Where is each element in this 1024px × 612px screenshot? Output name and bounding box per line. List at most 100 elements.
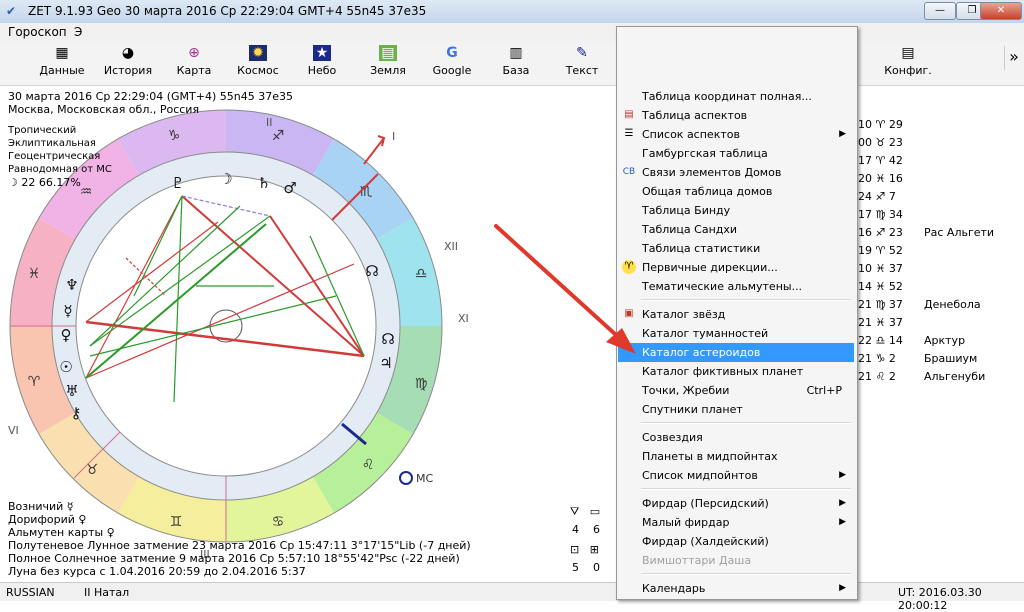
planet-pos: 20 ♓ 16 — [858, 172, 903, 185]
moon-phase: ☽ 22 66.17% — [8, 176, 81, 189]
toolbar-text-button[interactable]: ✎ Текст — [550, 43, 614, 83]
minimize-button[interactable]: — — [924, 2, 956, 20]
toolbar-cosmos-button[interactable]: ✹ Космос — [226, 43, 290, 83]
menu-item-label: Планеты в мидпойнтах — [642, 450, 778, 463]
menu-item-label: Каталог звёзд — [642, 308, 726, 321]
toolbar-label: Космос — [237, 64, 279, 77]
menu-item-label: Календарь — [642, 582, 706, 595]
status-mode: II Натал — [84, 586, 130, 599]
planet-glyph-node: ☊ — [365, 262, 378, 280]
menu-horoscope[interactable]: Гороскоп — [8, 25, 67, 39]
planet-row: 19 ♈ 52 — [858, 244, 903, 257]
sky-icon: ★ — [313, 45, 331, 61]
menu-item-lots[interactable]: Точки, Жребии Ctrl+P — [618, 381, 854, 400]
planet-pos: 16 ♐ 23 — [858, 226, 903, 239]
info-line: Луна без курса с 1.04.2016 20:59 до 2.04… — [8, 565, 306, 578]
planet-pos: 00 ♉ 23 — [858, 136, 903, 149]
status-language: RUSSIAN — [6, 586, 55, 599]
menu-item-label: Каталог астероидов — [642, 346, 761, 359]
menu-separator — [641, 422, 851, 424]
planet-row: 17 ♍ 34 — [858, 208, 903, 221]
menu-item-aspect-list[interactable]: ☰ Список аспектов ▶ — [618, 125, 854, 144]
menu-item-star-catalog[interactable]: ▣ Каталог звёзд — [618, 305, 854, 324]
menu-item-satellites[interactable]: Спутники планет — [618, 400, 854, 419]
menu-item-bindu-table[interactable]: Таблица Бинду — [618, 201, 854, 220]
menu-item-label: Таблица Сандхи — [642, 223, 738, 236]
menu-item-house-links[interactable]: CB Связи элементов Домов — [618, 163, 854, 182]
planet-row: 17 ♈ 42 — [858, 154, 903, 167]
menu-item-coord-table[interactable]: Таблица координат полная... — [618, 87, 854, 106]
menu-item-label: Фирдар (Халдейский) — [642, 535, 769, 548]
menu-item-label: Гамбургская таблица — [642, 147, 768, 160]
menu-item-label: Вимшоттари Даша — [642, 554, 752, 567]
toolbar-history-button[interactable]: ◕ История — [96, 43, 160, 83]
cosmos-icon: ✹ — [249, 45, 267, 61]
close-button[interactable]: ✕ — [980, 2, 1022, 20]
window-title: ZET 9.1.93 Geo 30 марта 2016 Ср 22:29:04… — [28, 4, 427, 18]
star-name: Брашиум — [924, 352, 978, 365]
planet-pos: 19 ♈ 52 — [858, 244, 903, 257]
menu-item-nebula-catalog[interactable]: Каталог туманностей — [618, 324, 854, 343]
menu-item-stats-table[interactable]: Таблица статистики — [618, 239, 854, 258]
toolbar-earth-button[interactable]: ▤ Земля — [356, 43, 420, 83]
title-bar: ✔ ZET 9.1.93 Geo 30 марта 2016 Ср 22:29:… — [0, 0, 1024, 24]
planet-row: 20 ♓ 16 — [858, 172, 903, 185]
eclipse-info: Возничий ☿ Дорифорий ♀ Альмутен карты ♀ … — [8, 500, 471, 578]
menu-item-sandhi-table[interactable]: Таблица Сандхи — [618, 220, 854, 239]
menu-item-label: Спутники планет — [642, 403, 743, 416]
menu-item-label: Тематические альмутены... — [642, 280, 803, 293]
menu-item-vimshottari: Вимшоттари Даша — [618, 551, 854, 570]
menu-item-primary-directions[interactable]: ♈ Первичные дирекции... — [618, 258, 854, 277]
menu-item-label: Таблица координат полная... — [642, 90, 812, 103]
menu-item-almutens[interactable]: Тематические альмутены... — [618, 277, 854, 296]
menu-item-aspect-table[interactable]: ▤ Таблица аспектов — [618, 106, 854, 125]
glyph-count: 0 — [593, 561, 600, 574]
menu-item-midpoint-list[interactable]: Список мидпойнтов ▶ — [618, 466, 854, 485]
submenu-arrow-icon: ▶ — [839, 470, 846, 480]
menu-item-firdar-persian[interactable]: Фирдар (Персидский) ▶ — [618, 494, 854, 513]
menu-item-constellations[interactable]: Созвездия — [618, 428, 854, 447]
menu-item-house-table[interactable]: Общая таблица домов — [618, 182, 854, 201]
planet-pos: 17 ♈ 42 — [858, 154, 903, 167]
planet-glyph-venus: ♀ — [61, 326, 72, 344]
star-name: Альгенуби — [924, 370, 986, 383]
earth-icon: ▤ — [379, 45, 397, 61]
planet-glyph-jupiter: ♃ — [379, 354, 392, 372]
menu-item-midpoint-planets[interactable]: Планеты в мидпойнтах — [618, 447, 854, 466]
toolbar-label: Google — [432, 64, 472, 77]
menu-item-fictive-planets[interactable]: Каталог фиктивных планет — [618, 362, 854, 381]
google-icon: G — [446, 45, 458, 61]
submenu-arrow-icon: ▶ — [839, 129, 846, 139]
database-icon: ▥ — [509, 45, 523, 61]
submenu-arrow-icon: ▶ — [839, 583, 846, 593]
menu-item-asteroid-catalog[interactable]: Каталог астероидов — [618, 343, 854, 362]
info-line: Альмутен карты ♀ — [8, 526, 115, 539]
history-icon: ◕ — [121, 45, 135, 61]
menu-separator — [641, 299, 851, 301]
context-menu: Таблица координат полная... ▤ Таблица асп… — [616, 26, 858, 600]
menu-item-firdar-chaldean[interactable]: Фирдар (Халдейский) — [618, 532, 854, 551]
aspect-table-icon: ▤ — [624, 109, 634, 120]
chart-info: 30 марта 2016 Ср 22:29:04 (GMT+4) 55n45 … — [8, 90, 293, 189]
toolbar-label: Земля — [370, 64, 406, 77]
toolbar-google-button[interactable]: G Google — [420, 43, 484, 83]
toolbar-config-button[interactable]: ▤ Конфиг. — [876, 43, 940, 83]
menu-separator — [641, 573, 851, 575]
toolbar-data-button[interactable]: ▦ Данные — [30, 43, 94, 83]
info-line: Полное Солнечное затмение 9 марта 2016 С… — [8, 552, 460, 565]
menu-item-label: Созвездия — [642, 431, 703, 444]
menu-item-firdar-small[interactable]: Малый фирдар ▶ — [618, 513, 854, 532]
toolbar-overflow-button[interactable]: » — [1004, 46, 1023, 70]
menu-item-hamburg-table[interactable]: Гамбургская таблица — [618, 144, 854, 163]
menu-e[interactable]: Э — [74, 25, 82, 39]
info-line: Дорифорий ♀ — [8, 513, 87, 526]
menu-item-label: Таблица статистики — [642, 242, 761, 255]
chart-icon: ⊕ — [188, 45, 200, 61]
toolbar-sky-button[interactable]: ★ Небо — [290, 43, 354, 83]
menu-item-label: Общая таблица домов — [642, 185, 773, 198]
toolbar-chart-button[interactable]: ⊕ Карта — [162, 43, 226, 83]
planet-glyph-uranus: ♅ — [65, 382, 78, 400]
menu-item-calendar[interactable]: Календарь ▶ — [618, 579, 854, 598]
toolbar-database-button[interactable]: ▥ База — [484, 43, 548, 83]
menu-item-label: Таблица Бинду — [642, 204, 731, 217]
